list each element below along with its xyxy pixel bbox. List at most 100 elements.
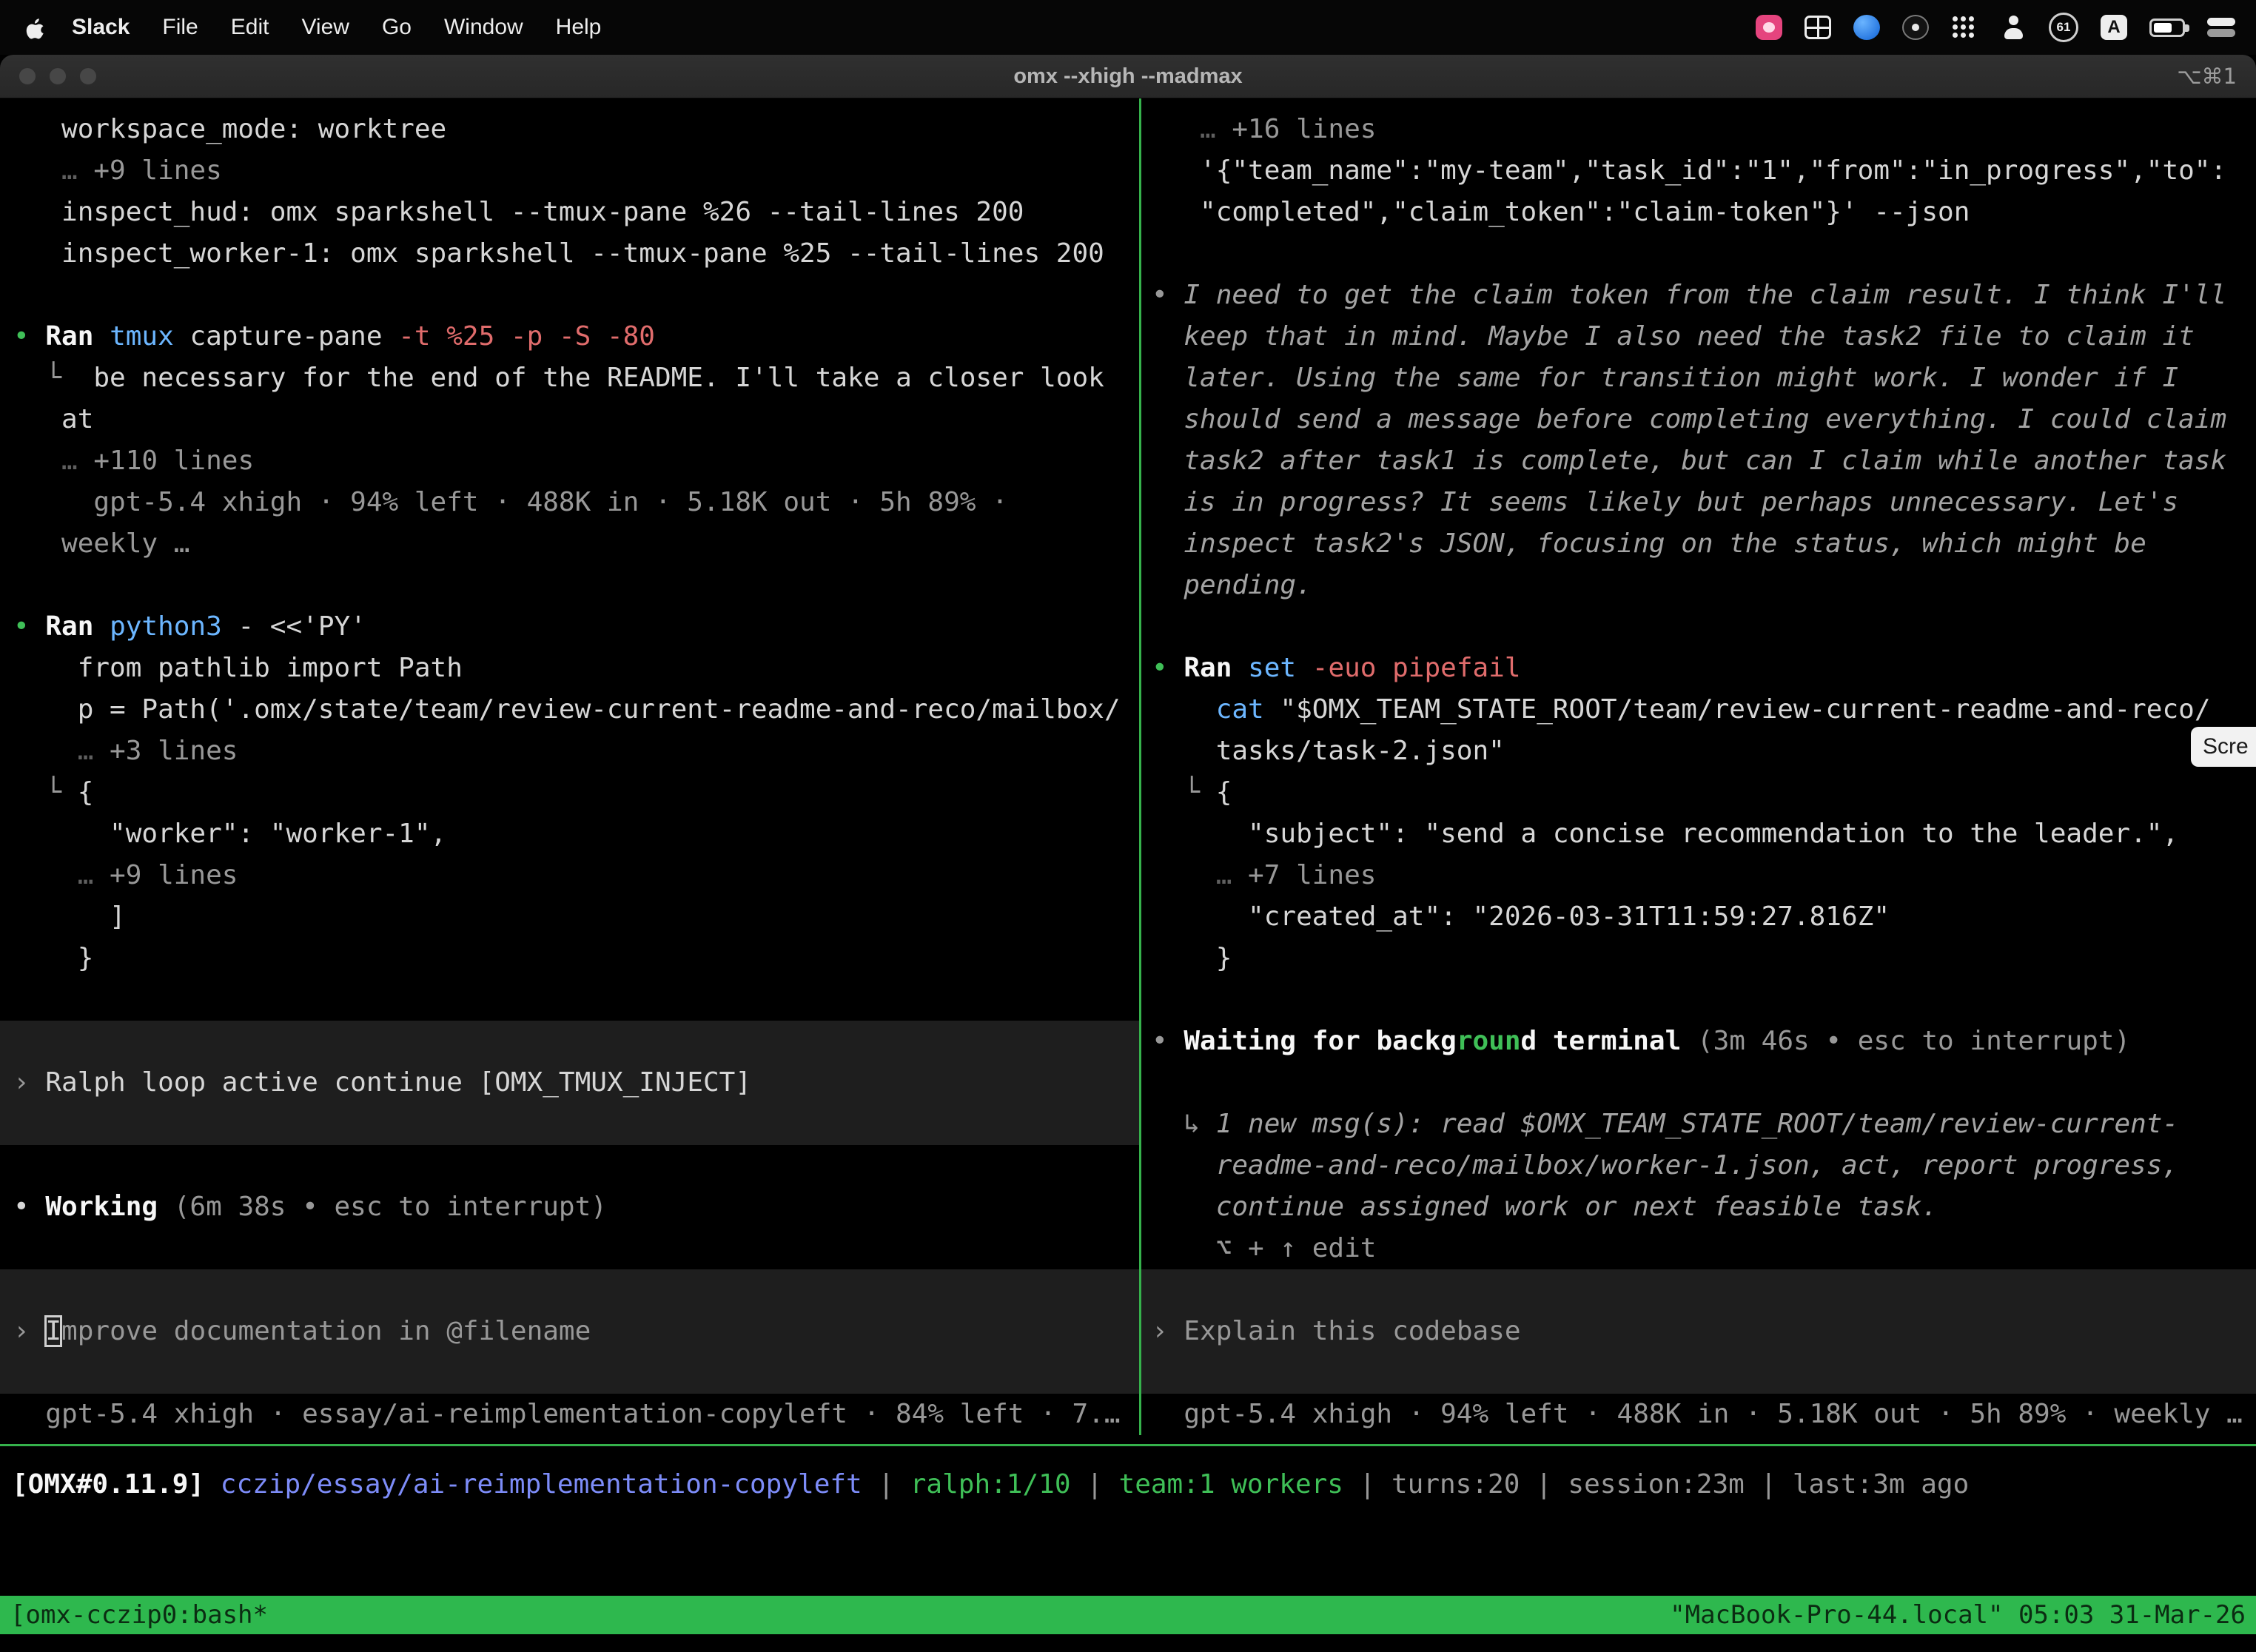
terminal-line: └ be necessary for the end of the README… xyxy=(0,357,1139,399)
window-controls xyxy=(0,67,97,85)
terminal-line xyxy=(1141,1269,2256,1311)
terminal-line: at xyxy=(0,399,1139,440)
terminal-line: ⌥ + ↑ edit xyxy=(1141,1228,2256,1269)
terminal-line: keep that in mind. Maybe I also need the… xyxy=(1141,316,2256,357)
menu-item-go[interactable]: Go xyxy=(366,15,428,39)
terminal-line: • Ran tmux capture-pane -t %25 -p -S -80 xyxy=(0,316,1139,357)
terminal-line xyxy=(1141,979,2256,1021)
terminal-line xyxy=(1141,1062,2256,1104)
terminal-line: weekly … xyxy=(0,523,1139,565)
terminal-line: … +9 lines xyxy=(0,150,1139,192)
terminal-line: inspect task2's JSON, focusing on the st… xyxy=(1141,523,2256,565)
battery-icon[interactable] xyxy=(2149,19,2185,37)
window-shortcut-hint: ⌥⌘1 xyxy=(2177,64,2237,89)
terminal-line: should send a message before completing … xyxy=(1141,399,2256,440)
close-button[interactable] xyxy=(19,67,36,85)
terminal-line: readme-and-reco/mailbox/worker-1.json, a… xyxy=(1141,1145,2256,1186)
omx-status-line: [OMX#0.11.9] cczip/essay/ai-reimplementa… xyxy=(0,1446,2256,1505)
zoom-button[interactable] xyxy=(79,67,97,85)
screenshot-tooltip[interactable]: Scre xyxy=(2191,727,2256,767)
tmux-panes: workspace_mode: worktree … +9 lines insp… xyxy=(0,98,2256,1435)
menu-bar-status-icons: 61 A xyxy=(1756,13,2235,42)
terminal-line: └ { xyxy=(0,772,1139,813)
terminal-line: • Ran set -euo pipefail xyxy=(1141,648,2256,689)
tmux-status-bar: [omx-cczip0:bash* "MacBook-Pro-44.local"… xyxy=(0,1596,2256,1634)
terminal-line: • I need to get the claim token from the… xyxy=(1141,275,2256,316)
menu-item-help[interactable]: Help xyxy=(540,15,618,39)
terminal-line: '{"team_name":"my-team","task_id":"1","f… xyxy=(1141,150,2256,192)
tmux-session-info: [omx-cczip0:bash* xyxy=(10,1600,268,1630)
terminal-line: … +3 lines xyxy=(0,731,1139,772)
terminal-line: from pathlib import Path xyxy=(0,648,1139,689)
blue-app-icon[interactable] xyxy=(1853,15,1880,40)
dark-app-icon[interactable] xyxy=(1902,15,1929,40)
screen-recording-icon[interactable] xyxy=(1756,15,1782,40)
terminal-line xyxy=(0,1269,1139,1311)
terminal-line: • Ran python3 - <<'PY' xyxy=(0,606,1139,648)
terminal-line xyxy=(1141,606,2256,648)
terminal-line: … +110 lines xyxy=(0,440,1139,482)
menu-item-view[interactable]: View xyxy=(285,15,365,39)
terminal-line: gpt-5.4 xhigh · 94% left · 488K in · 5.1… xyxy=(0,482,1139,523)
control-center-icon[interactable] xyxy=(2207,17,2235,38)
terminal-line: • Working (6m 38s • esc to interrupt) xyxy=(0,1186,1139,1228)
composer-input[interactable]: › Explain this codebase xyxy=(1141,1311,2256,1352)
menu-item-edit[interactable]: Edit xyxy=(215,15,286,39)
terminal-line: "completed","claim_token":"claim-token"}… xyxy=(1141,192,2256,233)
terminal-line: "subject": "send a concise recommendatio… xyxy=(1141,813,2256,855)
terminal-line: ↳ 1 new msg(s): read $OMX_TEAM_STATE_ROO… xyxy=(1141,1104,2256,1145)
minimize-button[interactable] xyxy=(49,67,67,85)
terminal-pane-left[interactable]: workspace_mode: worktree … +9 lines insp… xyxy=(0,98,1139,1435)
terminal-line xyxy=(0,1352,1139,1394)
terminal-line: workspace_mode: worktree xyxy=(0,109,1139,150)
dots-grid-icon[interactable] xyxy=(1951,15,1978,40)
menu-bar-left: SlackFileEditViewGoWindowHelp xyxy=(21,15,617,40)
terminal-line xyxy=(0,275,1139,316)
terminal-line: … +7 lines xyxy=(1141,855,2256,896)
battery-percent-icon[interactable]: 61 xyxy=(2049,13,2078,42)
terminal-line xyxy=(0,1228,1139,1269)
terminal-line xyxy=(0,1145,1139,1186)
terminal-line: pending. xyxy=(1141,565,2256,606)
terminal-line: … +9 lines xyxy=(0,855,1139,896)
composer-input[interactable]: › Improve documentation in @filename xyxy=(0,1311,1139,1352)
terminal-line: "created_at": "2026-03-31T11:59:27.816Z" xyxy=(1141,896,2256,938)
terminal-line: … +16 lines xyxy=(1141,109,2256,150)
terminal-line xyxy=(1141,233,2256,275)
terminal-line: └ { xyxy=(1141,772,2256,813)
input-source-icon[interactable]: A xyxy=(2101,15,2127,40)
terminal-pane-right[interactable]: … +16 lines '{"team_name":"my-team","tas… xyxy=(1141,98,2256,1435)
terminal-line: ] xyxy=(0,896,1139,938)
user-figure-icon[interactable] xyxy=(2000,14,2027,41)
terminal-line xyxy=(0,979,1139,1021)
keyboard-grid-icon[interactable] xyxy=(1805,16,1831,39)
terminal-line: } xyxy=(1141,938,2256,979)
terminal-line: later. Using the same for transition mig… xyxy=(1141,357,2256,399)
terminal-line xyxy=(0,1104,1139,1145)
terminal-line: is in progress? It seems likely but perh… xyxy=(1141,482,2256,523)
terminal-line: • Waiting for background terminal (3m 46… xyxy=(1141,1021,2256,1062)
menu-item-window[interactable]: Window xyxy=(428,15,540,39)
menu-item-slack[interactable]: Slack xyxy=(56,15,146,39)
omx-hud-line: [OMX#0.11.9] cczip/essay/ai-reimplementa… xyxy=(0,1464,2256,1505)
queued-message-line: › Ralph loop active continue [OMX_TMUX_I… xyxy=(0,1062,1139,1104)
terminal-line xyxy=(0,565,1139,606)
terminal-line: } xyxy=(0,938,1139,979)
terminal-window: omx --xhigh --madmax ⌥⌘1 workspace_mode:… xyxy=(0,55,2256,1652)
menu-item-file[interactable]: File xyxy=(146,15,214,39)
terminal-line: gpt-5.4 xhigh · essay/ai-reimplementatio… xyxy=(0,1394,1139,1435)
terminal-line: tasks/task-2.json" xyxy=(1141,731,2256,772)
terminal-line xyxy=(0,1021,1139,1062)
terminal-line: inspect_worker-1: omx sparkshell --tmux-… xyxy=(0,233,1139,275)
menu-items: SlackFileEditViewGoWindowHelp xyxy=(56,15,617,40)
terminal-line: continue assigned work or next feasible … xyxy=(1141,1186,2256,1228)
tmux-host-clock: "MacBook-Pro-44.local" 05:03 31-Mar-26 xyxy=(1670,1600,2246,1630)
window-title-bar: omx --xhigh --madmax ⌥⌘1 xyxy=(0,55,2256,98)
menu-bar: SlackFileEditViewGoWindowHelp 61 A xyxy=(0,0,2256,55)
terminal-line: "worker": "worker-1", xyxy=(0,813,1139,855)
terminal-line: task2 after task1 is complete, but can I… xyxy=(1141,440,2256,482)
terminal-line: inspect_hud: omx sparkshell --tmux-pane … xyxy=(0,192,1139,233)
terminal-line: p = Path('.omx/state/team/review-current… xyxy=(0,689,1139,731)
apple-menu-icon[interactable] xyxy=(21,16,56,39)
screen: SlackFileEditViewGoWindowHelp 61 A omx --… xyxy=(0,0,2256,1652)
